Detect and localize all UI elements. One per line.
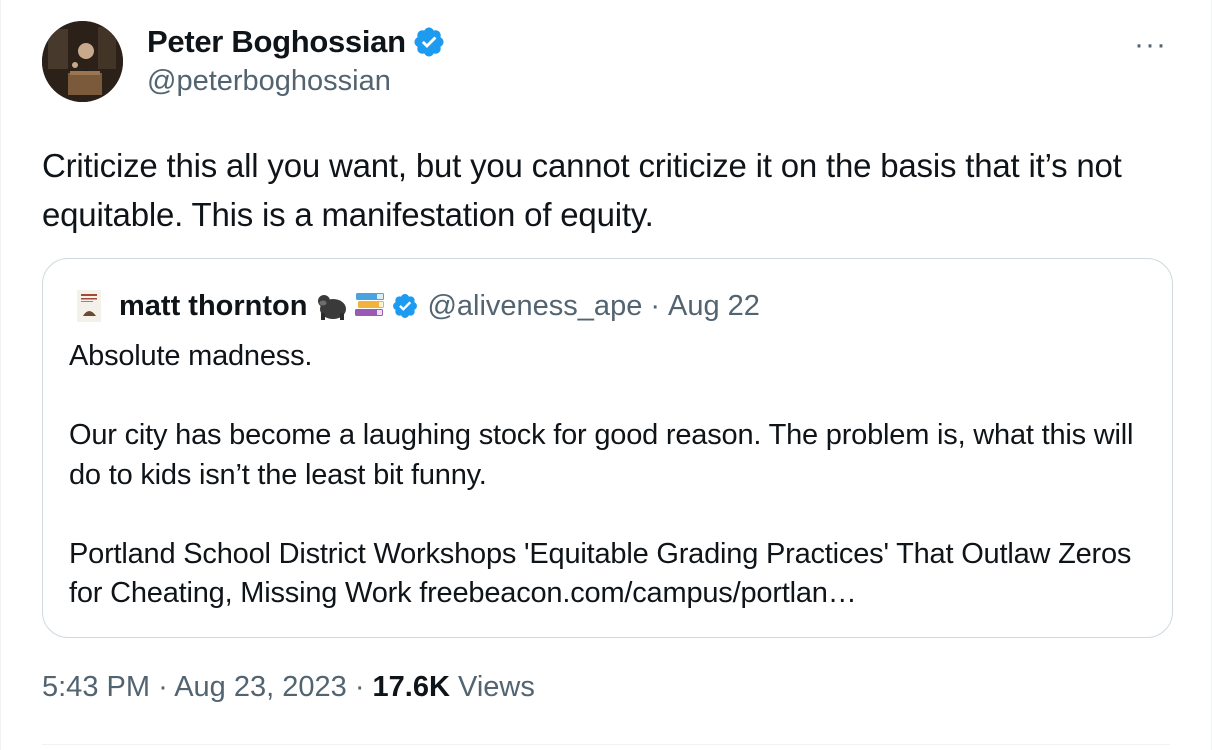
quoted-author-name[interactable]: matt thornton bbox=[119, 290, 307, 323]
tweet-text: Criticize this all you want, but you can… bbox=[42, 147, 1122, 233]
tweet-detail: Peter Boghossian @peterboghossian ··· Cr… bbox=[0, 0, 1212, 750]
quoted-paragraph-spacer bbox=[69, 377, 1149, 417]
quoted-author-handle[interactable]: @aliveness_ape bbox=[427, 290, 642, 323]
tweet-date[interactable]: Aug 23, 2023 bbox=[174, 671, 347, 703]
quoted-verified-badge-icon[interactable] bbox=[391, 292, 419, 320]
more-options-button[interactable]: ··· bbox=[1134, 28, 1167, 62]
gorilla-icon bbox=[315, 291, 349, 321]
author-name-text: Peter Boghossian bbox=[147, 24, 406, 59]
avatar-photo-icon bbox=[42, 21, 123, 102]
divider bbox=[42, 744, 1170, 745]
verified-badge-icon[interactable] bbox=[412, 25, 446, 59]
books-icon bbox=[353, 289, 387, 323]
quoted-tweet-card[interactable]: matt thornton @aliveness_ape · Aug 22 Ab… bbox=[42, 258, 1173, 638]
quoted-paragraph: Portland School District Workshops 'Equi… bbox=[69, 537, 1132, 610]
quoted-paragraph-spacer bbox=[69, 495, 1149, 535]
quoted-paragraph: Absolute madness. bbox=[69, 340, 313, 372]
views-label: Views bbox=[458, 671, 535, 703]
quoted-author-avatar[interactable] bbox=[69, 286, 109, 326]
author-display-name[interactable]: Peter Boghossian bbox=[147, 24, 446, 60]
quoted-tweet-header: matt thornton @aliveness_ape · Aug 22 bbox=[69, 285, 760, 327]
quoted-separator: · bbox=[650, 289, 660, 322]
quoted-tweet-text: Absolute madness. Our city has become a … bbox=[69, 337, 1149, 614]
tweet-metadata: 5:43 PM · Aug 23, 2023 · 17.6K Views bbox=[42, 671, 535, 704]
author-handle[interactable]: @peterboghossian bbox=[147, 65, 391, 98]
tweet-time[interactable]: 5:43 PM bbox=[42, 671, 150, 703]
book-cover-icon bbox=[77, 290, 101, 322]
quoted-paragraph: Our city has become a laughing stock for… bbox=[69, 419, 1134, 491]
meta-separator: · bbox=[158, 671, 168, 703]
quoted-date[interactable]: Aug 22 bbox=[668, 290, 760, 323]
meta-separator: · bbox=[354, 671, 365, 703]
author-avatar[interactable] bbox=[42, 21, 123, 102]
views-count: 17.6K bbox=[372, 671, 450, 703]
